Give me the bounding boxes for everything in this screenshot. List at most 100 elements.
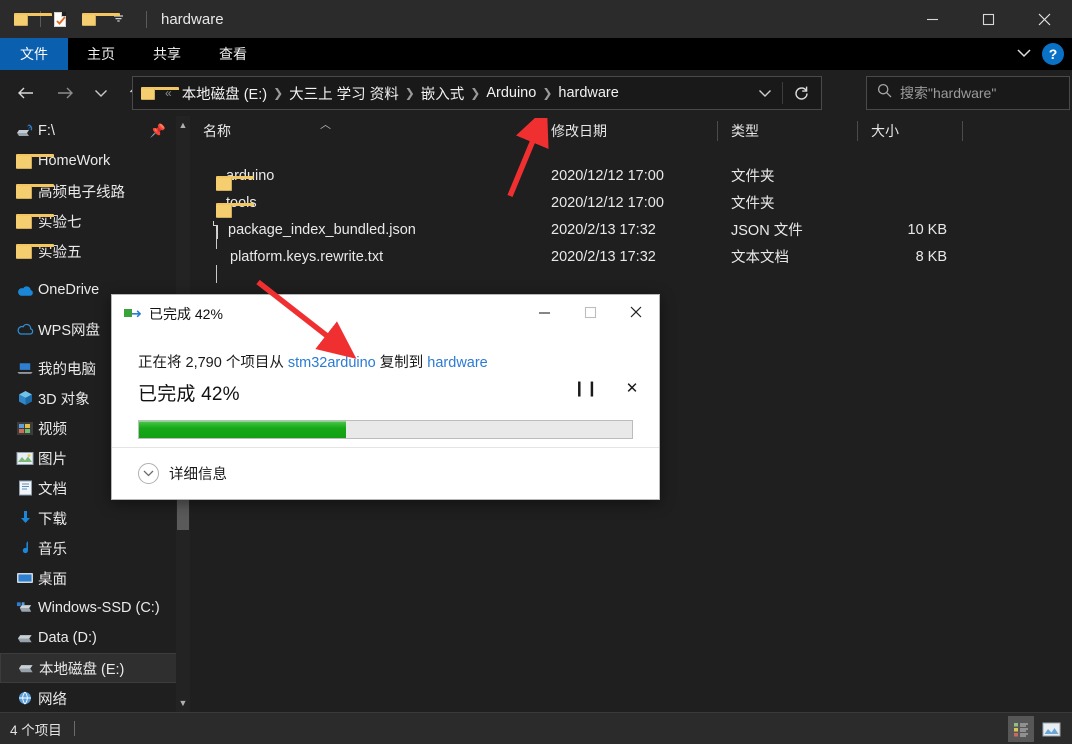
sidebar-item-lab7[interactable]: 实验七: [0, 206, 190, 236]
file-date-cell: 2020/2/13 17:32: [551, 221, 656, 238]
maximize-icon[interactable]: [960, 0, 1016, 38]
folder-icon[interactable]: [8, 5, 52, 33]
breadcrumb-item-1[interactable]: 大三上 学习 资料: [284, 83, 404, 104]
network-drive-icon: ?: [16, 123, 34, 139]
help-button[interactable]: ?: [1042, 43, 1064, 65]
address-dropdown-icon[interactable]: [748, 77, 782, 109]
refresh-icon[interactable]: [783, 77, 819, 109]
sidebar-item-homework[interactable]: HomeWork: [0, 146, 190, 176]
progress-bar: [138, 420, 633, 439]
column-header-date-modified[interactable]: 修改日期: [538, 116, 718, 146]
status-divider: [73, 721, 75, 736]
progress-label: 已完成 42%: [138, 384, 240, 405]
column-header-size[interactable]: 大小: [858, 116, 963, 146]
minimize-icon[interactable]: [521, 295, 567, 329]
pause-icon[interactable]: ❙❙: [573, 379, 598, 397]
breadcrumb-item-3[interactable]: Arduino: [481, 85, 541, 101]
customize-dropdown-icon[interactable]: [105, 5, 131, 33]
close-icon[interactable]: [613, 295, 659, 329]
breadcrumb-item-0[interactable]: 本地磁盘 (E:): [177, 83, 272, 104]
address-bar[interactable]: « 本地磁盘 (E:) ❯ 大三上 学习 资料 ❯ 嵌入式 ❯ Arduino …: [132, 76, 822, 110]
window-title: hardware: [161, 10, 224, 28]
sidebar-item-f-drive[interactable]: ? F:\ 📌: [0, 116, 190, 146]
copy-progress-icon: ➜: [124, 307, 142, 321]
drive-icon: [16, 630, 34, 646]
maximize-icon[interactable]: [567, 295, 613, 329]
sidebar-item-network[interactable]: 网络: [0, 683, 190, 712]
details-toggle-label: 详细信息: [169, 467, 227, 483]
sidebar-item-label: WPS网盘: [38, 322, 101, 339]
copy-progress-dialog[interactable]: ➜ 已完成 42% 正在将 2,790 个项目从 stm32arduino 复制…: [111, 294, 660, 500]
dialog-footer[interactable]: 详细信息: [112, 447, 659, 499]
sidebar-item-system-drive[interactable]: Windows-SSD (C:): [0, 593, 190, 623]
sidebar-item-local-disk-e[interactable]: 本地磁盘 (E:): [0, 653, 190, 683]
sidebar-item-data-drive[interactable]: Data (D:): [0, 623, 190, 653]
sidebar-item-label: Windows-SSD (C:): [38, 600, 160, 616]
forward-button[interactable]: [50, 78, 80, 108]
sidebar-item-lab5[interactable]: 实验五: [0, 236, 190, 266]
details-view-icon[interactable]: [1008, 716, 1034, 742]
sidebar-item-label: 图片: [38, 451, 67, 468]
properties-icon[interactable]: [47, 5, 73, 33]
thumbnails-view-icon[interactable]: [1038, 716, 1064, 742]
recent-locations-button[interactable]: [86, 78, 116, 108]
window-controls: [904, 0, 1072, 38]
breadcrumb-item-4[interactable]: hardware: [553, 85, 623, 101]
search-input[interactable]: 搜索"hardware": [866, 76, 1070, 110]
qat-divider-2: [146, 10, 147, 28]
minimize-icon[interactable]: [904, 0, 960, 38]
column-header-name[interactable]: ︿ 名称: [190, 116, 538, 146]
item-count-label: 4 个项目: [10, 722, 62, 738]
sidebar-item-label: 网络: [38, 691, 67, 708]
pin-icon[interactable]: 📌: [150, 123, 166, 139]
cancel-icon[interactable]: ✕: [623, 379, 641, 397]
tab-view[interactable]: 查看: [200, 38, 266, 70]
table-row[interactable]: tools 2020/12/12 17:00 文件夹: [190, 189, 1072, 218]
tab-share[interactable]: 共享: [134, 38, 200, 70]
tab-home[interactable]: 主页: [68, 38, 134, 70]
column-header-type[interactable]: 类型: [718, 116, 858, 146]
sidebar-item-label: 桌面: [38, 571, 67, 588]
network-icon: [16, 690, 34, 706]
table-row[interactable]: platform.keys.rewrite.txt 2020/2/13 17:3…: [190, 230, 1072, 283]
onedrive-icon: [16, 282, 34, 298]
dialog-title-bar: ➜ 已完成 42%: [112, 295, 659, 333]
file-date-cell: 2020/2/13 17:32: [551, 248, 656, 265]
file-explorer-window: hardware 文件 主页 共享 查看 ? « 本地磁盘 (E:) ❯ 大三上…: [0, 0, 1072, 744]
wps-cloud-icon: [16, 321, 34, 337]
copy-destination-link[interactable]: hardware: [427, 355, 487, 371]
file-type-cell: 文件夹: [731, 196, 775, 212]
chevron-up-icon[interactable]: ▲: [176, 116, 190, 134]
chevron-down-icon[interactable]: [138, 463, 159, 484]
back-button[interactable]: [10, 78, 40, 108]
sidebar-item-music[interactable]: 音乐: [0, 533, 190, 563]
copy-source-link[interactable]: stm32arduino: [288, 355, 376, 371]
status-bar: 4 个项目: [0, 712, 1072, 744]
chevron-right-icon: ❯: [404, 86, 415, 100]
tab-file[interactable]: 文件: [0, 38, 68, 70]
breadcrumb-item-2[interactable]: 嵌入式: [416, 83, 470, 104]
new-folder-icon[interactable]: [76, 5, 120, 33]
table-row[interactable]: arduino 2020/12/12 17:00 文件夹: [190, 162, 1072, 191]
close-icon[interactable]: [1016, 0, 1072, 38]
sidebar-item-label: OneDrive: [38, 282, 100, 298]
sidebar-item-rf-circuits[interactable]: 高频电子线路: [0, 176, 190, 206]
copy-description: 正在将 2,790 个项目从 stm32arduino 复制到 hardware: [138, 351, 633, 372]
chevron-down-icon[interactable]: ▼: [176, 694, 190, 712]
3d-objects-icon: [16, 390, 34, 406]
sidebar-item-downloads[interactable]: 下载: [0, 503, 190, 533]
dialog-body: 正在将 2,790 个项目从 stm32arduino 复制到 hardware…: [112, 333, 659, 406]
sidebar-item-desktop[interactable]: 桌面: [0, 563, 190, 593]
file-type-cell: 文件夹: [731, 169, 775, 185]
drive-icon: [17, 660, 35, 676]
downloads-icon: [16, 510, 34, 526]
sidebar-item-label: Data (D:): [38, 630, 97, 646]
chevron-right-icon: ❯: [542, 86, 553, 100]
system-drive-icon: [16, 600, 34, 616]
folder-icon: [16, 153, 54, 169]
chevron-down-icon[interactable]: [1016, 45, 1032, 63]
this-pc-icon: [16, 360, 34, 376]
svg-text:?: ?: [27, 125, 31, 132]
file-size-cell: 8 KB: [915, 248, 947, 265]
column-headers: ︿ 名称 修改日期 类型 大小: [190, 116, 1072, 146]
